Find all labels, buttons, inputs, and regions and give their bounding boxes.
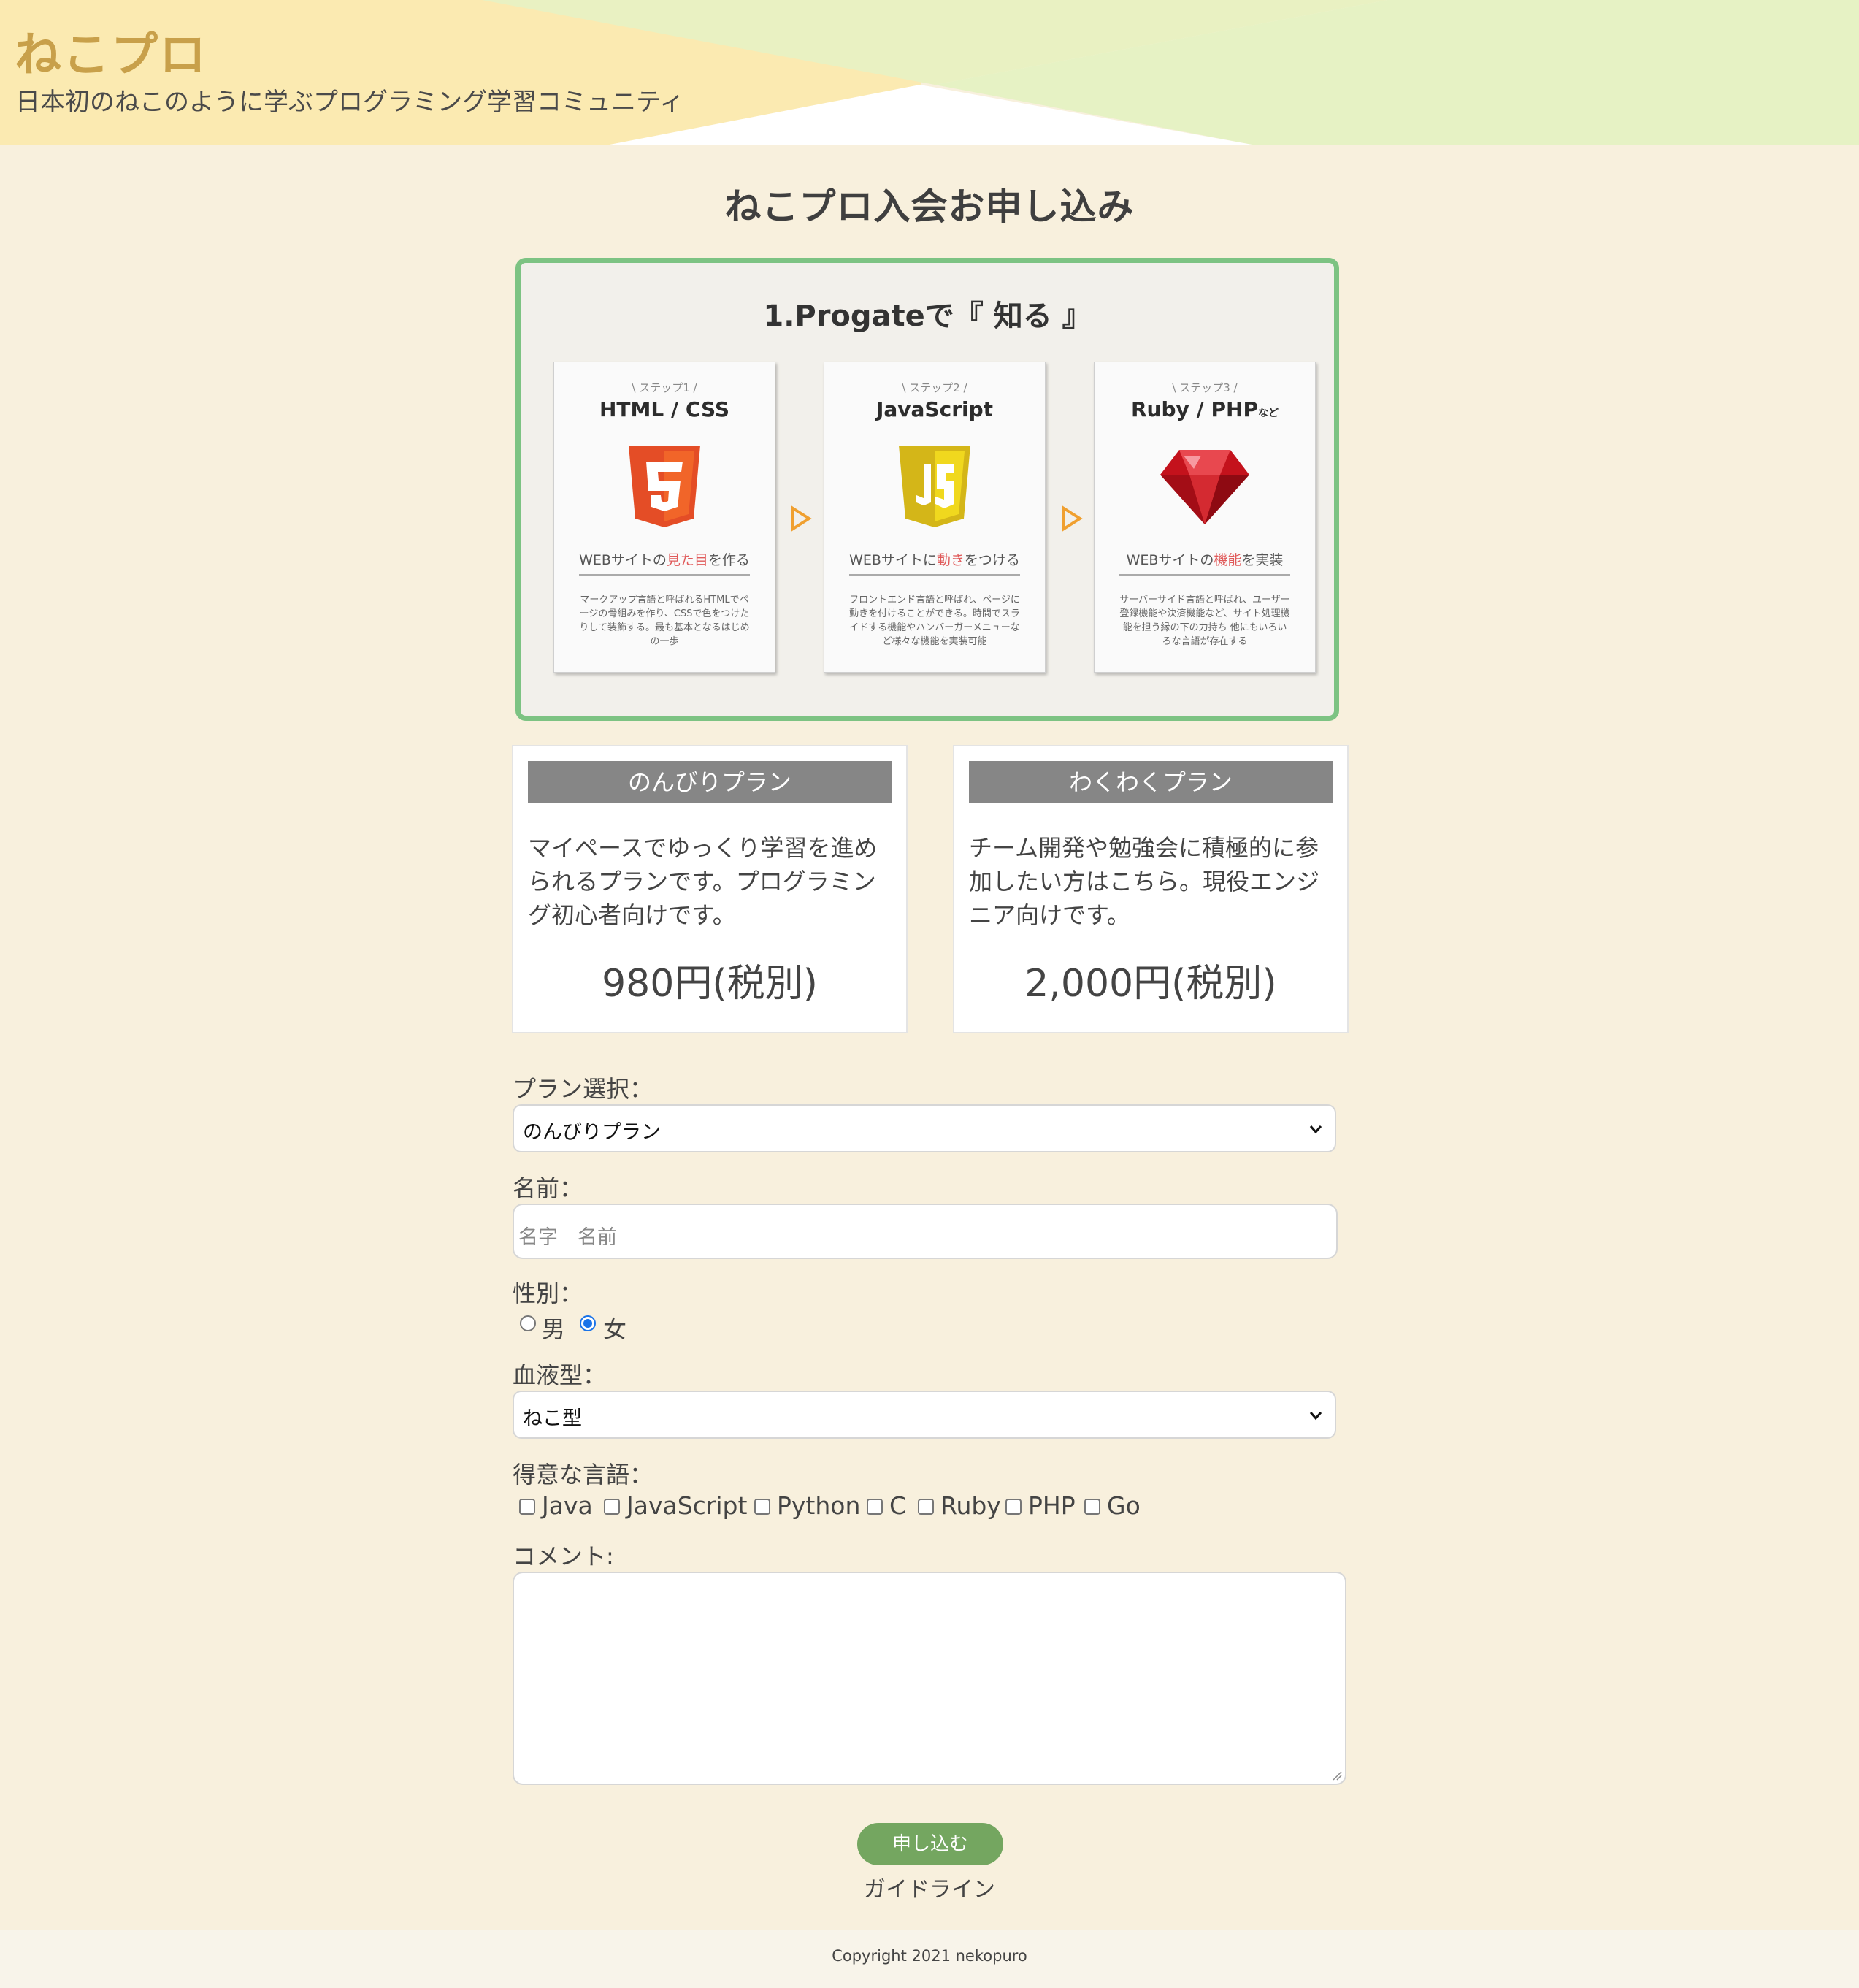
javascript-icon (899, 446, 970, 527)
step-name: Ruby / PHPなど (1095, 397, 1315, 421)
step-description: フロントエンド言語と呼ばれ、ページに動きを付けることができる。時間でスライドする… (849, 595, 1020, 647)
steps-title: 1.Progateで『 知る 』 (763, 299, 1092, 333)
plan-price: 2,000円(税別) (1024, 962, 1277, 1006)
name-label: 名前： (513, 1174, 583, 1202)
site-title[interactable]: ねこプロ (15, 18, 207, 85)
divider (1119, 574, 1290, 576)
step-description: サーバーサイド言語と呼ばれ、ユーザー登録機能や決済機能など、サイト処理機能を担う… (1119, 595, 1290, 647)
step-card-ruby-php: \ ステップ3 / Ruby / PHPなど WEBサイトの機能を実装 サーバー… (1094, 362, 1316, 673)
step-tagline-post: をつける (964, 552, 1020, 568)
language-checkbox-javascript[interactable] (604, 1499, 620, 1515)
step-tagline-post: を実装 (1241, 552, 1284, 568)
language-option-label: Ruby (940, 1491, 1001, 1520)
divider (579, 574, 750, 576)
arrow-right-icon (1062, 505, 1083, 532)
step-tagline: WEBサイトに動きをつける (824, 549, 1045, 569)
plan-card-nonbiri: のんびりプラン マイペースでゆっくり学習を進められるプランです。プログラミング初… (512, 745, 908, 1033)
copyright-text: Copyright 2021 nekopuro (832, 1947, 1027, 1965)
step-tagline-highlight: 見た目 (666, 552, 708, 568)
comment-textarea[interactable] (513, 1572, 1346, 1785)
step-name-main: Ruby / PHP (1131, 397, 1258, 421)
step-tagline: WEBサイトの機能を実装 (1095, 549, 1315, 569)
language-option-label: PHP (1028, 1491, 1076, 1520)
step-tagline-pre: WEBサイトの (1126, 552, 1214, 568)
language-checkbox-python[interactable] (754, 1499, 770, 1515)
plan-card-wakuwaku: わくわくプラン チーム開発や勉強会に積極的に参加したい方はこちら。現役エンジニア… (953, 745, 1349, 1033)
step-name: HTML / CSS (599, 397, 730, 421)
step-tagline-highlight: 動き (936, 552, 965, 568)
site-tagline: 日本初のねこのように学ぶプログラミング学習コミュニティ (15, 88, 684, 117)
language-checkbox-ruby[interactable] (918, 1499, 934, 1515)
blood-type-select[interactable]: ねこ型 (513, 1391, 1336, 1439)
guideline-link-text[interactable]: ガイドライン (864, 1877, 995, 1903)
plan-name: わくわくプラン (969, 761, 1333, 803)
site-header: ねこプロ 日本初のねこのように学ぶプログラミング学習コミュニティ (0, 0, 1859, 145)
step-tagline-post: を作る (708, 552, 750, 568)
language-checkbox-java[interactable] (519, 1499, 535, 1515)
language-checkbox-go[interactable] (1084, 1499, 1100, 1515)
gender-option-label: 女 (603, 1315, 627, 1343)
blood-type-select-value: ねこ型 (523, 1407, 582, 1430)
plan-description: マイペースでゆっくり学習を進められるプランです。プログラミング初心者向けです。 (528, 834, 878, 929)
name-input[interactable]: 名字 名前 (513, 1204, 1338, 1259)
header-background (0, 0, 1859, 145)
language-checkbox-php[interactable] (1005, 1499, 1022, 1515)
ruby-gem-icon (1160, 450, 1249, 524)
plan-select-value: のんびりプラン (523, 1121, 661, 1144)
step-tagline: WEBサイトの見た目を作る (554, 549, 775, 569)
language-option-label: Go (1107, 1491, 1141, 1520)
plan-name: のんびりプラン (528, 761, 892, 803)
step-number: \ ステップ1 / (632, 381, 697, 394)
step-number: \ ステップ2 / (902, 381, 967, 394)
chevron-down-icon (1309, 1412, 1322, 1421)
submit-button[interactable]: 申し込む (857, 1823, 1003, 1865)
step-description: マークアップ言語と呼ばれるHTMLでページの骨組みを作り、CSSで色をつけたりし… (579, 595, 750, 647)
divider (849, 574, 1020, 576)
language-checkbox-c[interactable] (867, 1499, 883, 1515)
step-tagline-pre: WEBサイトに (849, 552, 937, 568)
name-input-placeholder: 名字 名前 (518, 1226, 617, 1249)
html5-icon (629, 446, 700, 527)
languages-label: 得意な言語： (513, 1461, 653, 1488)
blood-type-label: 血液型： (513, 1361, 607, 1389)
arrow-right-icon (791, 505, 812, 532)
step-number: \ ステップ3 / (1172, 381, 1238, 394)
plan-price: 980円(税別) (602, 962, 818, 1006)
progate-steps-panel: 1.Progateで『 知る 』 \ ステップ1 / HTML / CSS WE… (515, 258, 1339, 721)
language-option-label: Java (542, 1491, 593, 1520)
language-option-label: Python (777, 1491, 861, 1520)
gender-option-label: 男 (542, 1315, 566, 1343)
plan-description: チーム開発や勉強会に積極的に参加したい方はこちら。現役エンジニア向けです。 (969, 834, 1320, 929)
step-card-javascript: \ ステップ2 / JavaScript WEBサイトに動きをつける フロントエ… (824, 362, 1046, 673)
plan-select[interactable]: のんびりプラン (513, 1104, 1336, 1152)
language-option-label: JavaScript (626, 1491, 748, 1520)
gender-label: 性別： (513, 1280, 583, 1307)
step-name: JavaScript (875, 397, 994, 421)
step-tagline-highlight: 機能 (1214, 552, 1242, 568)
site-footer: Copyright 2021 nekopuro (0, 1930, 1859, 1988)
plan-select-label: プラン選択： (513, 1075, 653, 1103)
guideline-link: ガイドライン (0, 1871, 1859, 1903)
step-card-html-css: \ ステップ1 / HTML / CSS WEBサイトの見た目を作る マークアッ… (553, 362, 775, 673)
chevron-down-icon (1309, 1125, 1322, 1134)
comment-label: コメント: (513, 1542, 614, 1570)
page-title: ねこプロ入会お申し込み (724, 186, 1135, 228)
gender-radio-male[interactable] (520, 1315, 536, 1331)
gender-radio-female[interactable] (580, 1315, 596, 1331)
language-option-label: C (889, 1491, 907, 1520)
step-tagline-pre: WEBサイトの (579, 552, 667, 568)
resize-handle-icon[interactable] (1332, 1770, 1342, 1781)
step-name-suffix: など (1258, 408, 1279, 419)
